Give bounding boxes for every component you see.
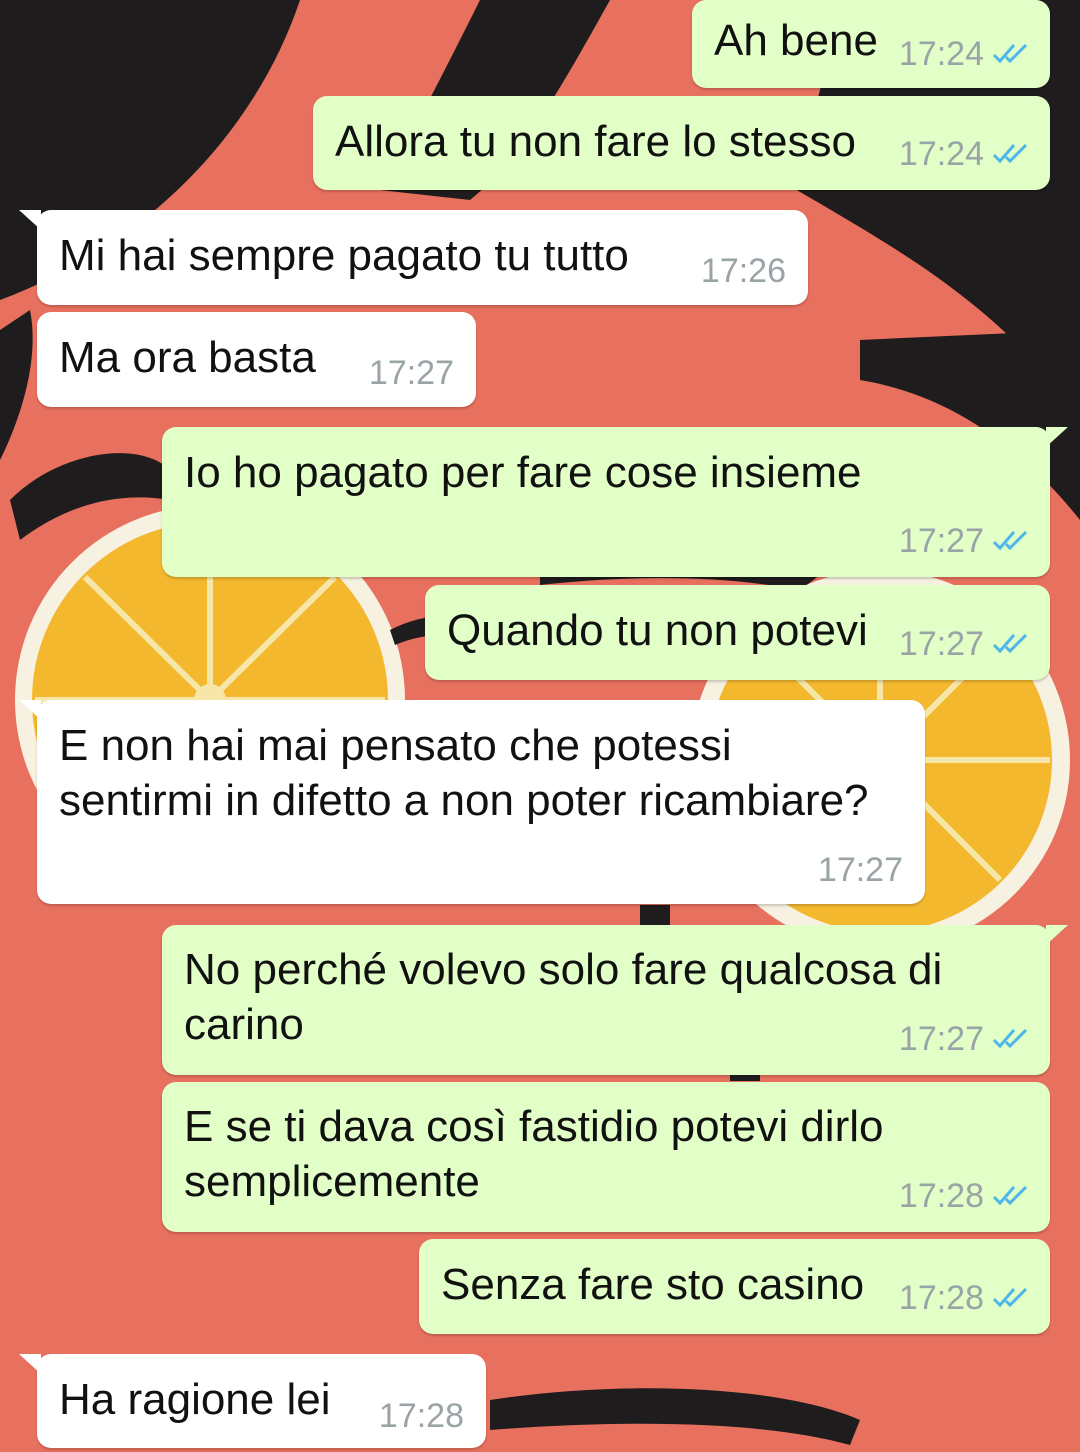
message-outgoing[interactable]: Ah bene 17:24 [692, 0, 1050, 88]
read-double-check-icon [992, 42, 1030, 66]
message-meta: 17:24 [899, 134, 1030, 174]
read-double-check-icon [992, 632, 1030, 656]
message-outgoing[interactable]: Allora tu non fare lo stesso 17:24 [313, 96, 1050, 190]
message-time: 17:24 [898, 35, 984, 73]
message-text: Ma ora basta [59, 333, 316, 382]
message-incoming[interactable]: Ma ora basta 17:27 [37, 312, 476, 407]
bubble-tail [19, 210, 41, 230]
read-double-check-icon [992, 1184, 1030, 1208]
message-meta: 17:27 [899, 1019, 1030, 1059]
message-time: 17:28 [898, 1177, 984, 1215]
read-double-check-icon [992, 1027, 1030, 1051]
message-time: 17:27 [817, 851, 903, 889]
message-text-line: semplicemente [184, 1157, 480, 1206]
message-text: Ah bene [714, 16, 878, 65]
read-double-check-icon [992, 1286, 1030, 1310]
message-meta: 17:28 [379, 1396, 464, 1436]
message-outgoing[interactable]: Senza fare sto casino 17:28 [419, 1239, 1050, 1334]
message-time: 17:28 [898, 1279, 984, 1317]
bubble-tail [19, 1354, 41, 1374]
message-text-line: carino [184, 1000, 304, 1049]
read-double-check-icon [992, 529, 1030, 553]
message-text-line: No perché volevo solo fare qualcosa di [184, 945, 943, 994]
message-meta: 17:26 [701, 251, 786, 291]
message-time: 17:27 [898, 522, 984, 560]
message-incoming[interactable]: Ha ragione lei 17:28 [19, 1354, 486, 1448]
message-outgoing[interactable]: Quando tu non potevi 17:27 [425, 585, 1050, 680]
message-text: Io ho pagato per fare cose insieme [184, 448, 862, 497]
message-meta: 17:27 [369, 353, 454, 393]
message-text: Senza fare sto casino [441, 1260, 865, 1309]
message-time: 17:27 [898, 625, 984, 663]
message-meta: 17:28 [899, 1278, 1030, 1318]
message-time: 17:24 [898, 135, 984, 173]
message-meta: 17:27 [899, 624, 1030, 664]
message-time: 17:28 [378, 1397, 464, 1435]
message-outgoing[interactable]: No perché volevo solo fare qualcosa di c… [162, 925, 1068, 1075]
message-incoming[interactable]: E non hai mai pensato che potessi sentir… [19, 700, 925, 904]
bubble-tail [1046, 427, 1068, 447]
message-outgoing[interactable]: E se ti dava così fastidio potevi dirlo … [162, 1082, 1050, 1232]
chat-message-list[interactable]: Ah bene 17:24 Allora tu non fare lo stes… [0, 0, 1080, 1452]
message-time: 17:26 [700, 252, 786, 290]
message-meta: 17:24 [899, 34, 1030, 74]
message-text: Mi hai sempre pagato tu tutto [59, 231, 629, 280]
message-meta: 17:28 [899, 1176, 1030, 1216]
read-double-check-icon [992, 142, 1030, 166]
message-incoming[interactable]: Mi hai sempre pagato tu tutto 17:26 [19, 210, 808, 305]
message-text: Ha ragione lei [59, 1375, 331, 1424]
message-outgoing[interactable]: Io ho pagato per fare cose insieme 17:27 [162, 427, 1068, 577]
bubble-tail [1046, 925, 1068, 945]
message-time: 17:27 [368, 354, 454, 392]
message-meta: 17:27 [899, 521, 1030, 561]
message-meta: 17:27 [818, 850, 903, 890]
message-text: Quando tu non potevi [447, 606, 868, 655]
message-text-line: E non hai mai pensato che potessi [59, 721, 732, 770]
message-text-line: E se ti dava così fastidio potevi dirlo [184, 1102, 884, 1151]
message-text-line: sentirmi in difetto a non poter ricambia… [59, 776, 869, 825]
message-time: 17:27 [898, 1020, 984, 1058]
message-text: Allora tu non fare lo stesso [335, 117, 856, 166]
bubble-tail [19, 700, 41, 720]
